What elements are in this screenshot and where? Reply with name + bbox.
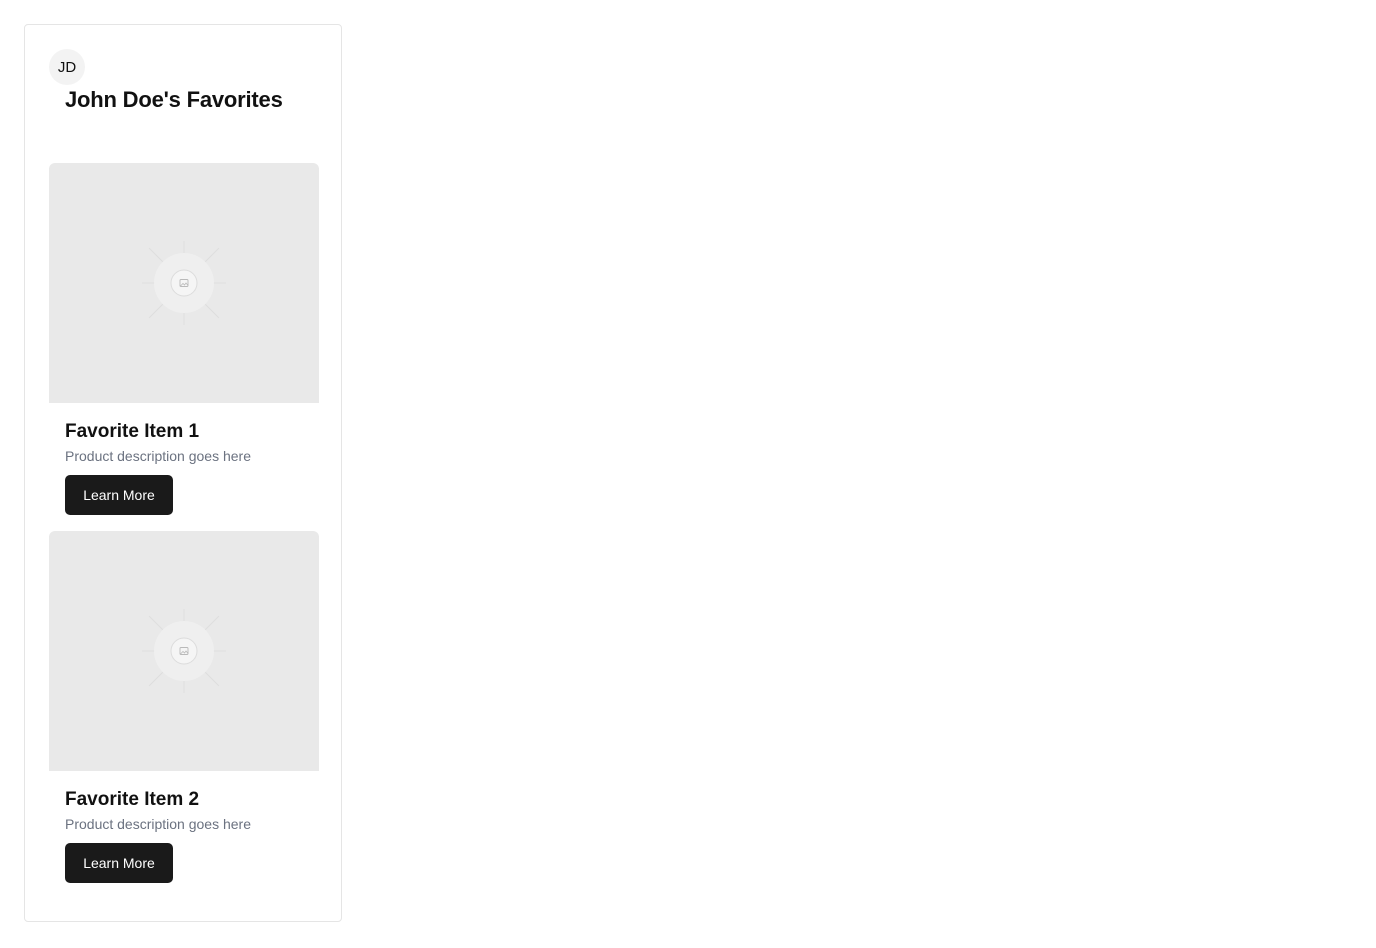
avatar: JD (49, 49, 85, 85)
favorites-card: JD John Doe's Favorites Favorite Item 1 … (24, 24, 342, 922)
image-placeholder-icon (142, 241, 226, 325)
learn-more-button[interactable]: Learn More (65, 843, 173, 883)
learn-more-button[interactable]: Learn More (65, 475, 173, 515)
item-title: Favorite Item 2 (65, 789, 200, 810)
favorite-item-2: Favorite Item 2 Product description goes… (49, 531, 319, 883)
item-title: Favorite Item 1 (65, 421, 200, 442)
favorite-item-1: Favorite Item 1 Product description goes… (49, 163, 319, 515)
image-placeholder-icon (142, 609, 226, 693)
item-description: Product description goes here (65, 448, 251, 464)
page-title: John Doe's Favorites (65, 87, 283, 112)
product-image-placeholder (49, 531, 319, 771)
item-description: Product description goes here (65, 816, 251, 832)
product-image-placeholder (49, 163, 319, 403)
